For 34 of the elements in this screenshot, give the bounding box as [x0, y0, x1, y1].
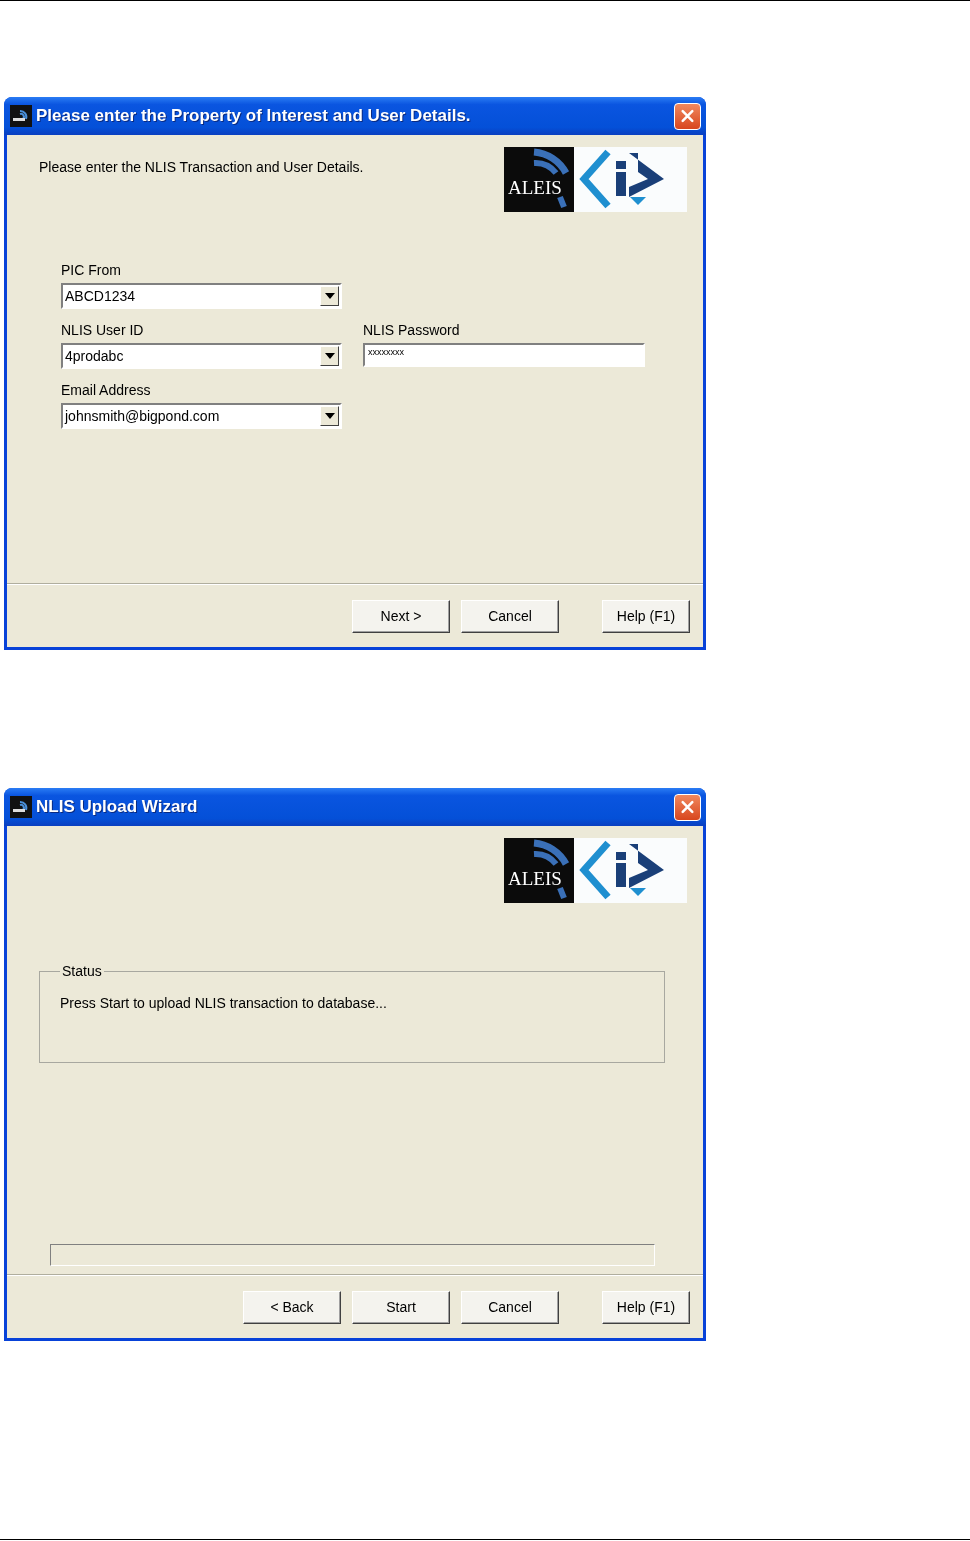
dialog-button[interactable]: Help (F1): [602, 1290, 690, 1324]
dropdown-field[interactable]: ABCD1234: [61, 283, 342, 309]
dropdown-button[interactable]: [320, 346, 339, 366]
window-title: NLIS Upload Wizard: [36, 797, 199, 817]
dropdown-field[interactable]: 4prodabc: [61, 343, 342, 369]
group-label: Status: [61, 963, 103, 979]
app-icon: [10, 105, 32, 127]
dropdown-button[interactable]: [320, 286, 339, 306]
caret-icon: [324, 293, 335, 299]
caret-icon: [324, 353, 335, 359]
field-label: NLIS User ID: [61, 322, 145, 338]
password-field[interactable]: xxxxxxxx: [363, 343, 645, 367]
dialog-button[interactable]: Help (F1): [602, 599, 690, 633]
field-label: NLIS Password: [363, 322, 461, 338]
status-message: Press Start to upload NLIS transaction to database...: [60, 995, 388, 1011]
id-logo-icon: [574, 838, 687, 903]
dropdown-button[interactable]: [320, 406, 339, 426]
aleis-logo: ALEIS: [504, 147, 574, 212]
window-title: Please enter the Property of Interest and User Details.: [36, 106, 472, 126]
intro-text: Please enter the NLIS Transaction and User Details.: [39, 159, 364, 177]
dialog-button[interactable]: Next >: [352, 599, 450, 633]
field-label: Email Address: [61, 382, 152, 398]
aleis-logo: ALEIS: [504, 838, 574, 903]
caret-icon: [324, 413, 335, 419]
app-icon: [10, 796, 32, 818]
dialog-button[interactable]: Cancel: [461, 599, 559, 633]
id-logo-icon: [574, 147, 687, 212]
field-label: PIC From: [61, 262, 122, 278]
dropdown-field[interactable]: johnsmith@bigpond.com: [61, 403, 342, 429]
dialog-button[interactable]: Cancel: [461, 1290, 559, 1324]
dialog-button[interactable]: < Back: [243, 1290, 341, 1324]
close-button[interactable]: [674, 102, 701, 130]
close-button[interactable]: [674, 793, 701, 821]
dialog-button[interactable]: Start: [352, 1290, 450, 1324]
